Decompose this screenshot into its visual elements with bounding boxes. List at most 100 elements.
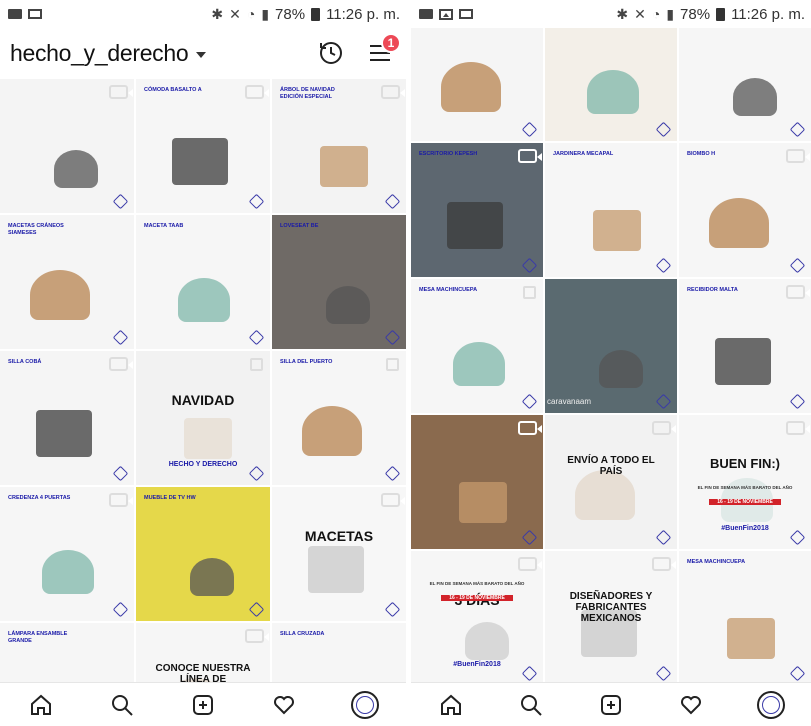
brand-logo-icon — [521, 393, 538, 410]
post-tile[interactable]: SILLA COBÁ — [0, 351, 134, 485]
post-tile[interactable]: LOVESEAT BE — [272, 215, 406, 349]
video-icon — [109, 493, 133, 507]
username: hecho_y_derecho — [10, 39, 189, 66]
product-image — [54, 150, 98, 188]
notification-badge: 1 — [381, 33, 401, 53]
battery-icon — [716, 7, 726, 21]
brand-logo-icon — [521, 121, 538, 138]
post-tile[interactable]: RECIBIDOR MALTA — [679, 279, 811, 413]
product-image — [459, 482, 507, 523]
product-image — [36, 410, 92, 457]
menu-icon[interactable]: 1 — [368, 33, 401, 64]
post-product-label: MACETAS CRÁNEOS SIAMESES — [8, 223, 64, 236]
product-image — [733, 78, 777, 116]
product-image — [190, 558, 234, 596]
screen-right: ✱ ✕ ◔ ▮ 78% 11:26 p. m. BURÓ CANICAESCRI… — [411, 0, 811, 726]
video-icon — [381, 493, 405, 507]
brand-logo-icon — [789, 529, 806, 546]
video-icon — [786, 285, 810, 299]
wifi-icon: ◔ — [651, 6, 661, 22]
post-tile[interactable]: 3 DÍAS#BuenFin2018EL FIN DE SEMANA MÁS B… — [411, 551, 543, 685]
post-tile[interactable]: caravanaam — [545, 279, 677, 413]
post-product-label: LOVESEAT BE — [280, 223, 319, 229]
profile-avatar[interactable] — [751, 685, 791, 725]
profile-header: hecho_y_derecho 1 — [0, 28, 406, 78]
battery-percent: 78% — [680, 5, 711, 23]
buenfin-tagline: EL FIN DE SEMANA MÁS BARATO DEL AÑO — [697, 485, 793, 490]
post-tile[interactable]: NAVIDAD HECHO Y DERECHO — [136, 351, 270, 485]
product-image — [172, 138, 228, 185]
brand-logo-icon — [789, 121, 806, 138]
post-tile[interactable]: MESA MACHINCUEPA — [679, 551, 811, 685]
video-icon — [109, 357, 133, 371]
post-tile[interactable]: BUEN FIN:) #BuenFin2018 EL FIN DE SEMANA M… — [679, 415, 811, 549]
post-tile[interactable]: MACETA TAAB — [136, 215, 270, 349]
post-tile[interactable] — [0, 79, 134, 213]
product-image — [727, 618, 775, 659]
post-tile[interactable]: MACETAS CRÁNEOS SIAMESES — [0, 215, 134, 349]
bottom-nav — [0, 682, 406, 726]
bluetooth-icon: ✱ — [616, 5, 629, 22]
new-post-icon[interactable] — [591, 685, 631, 725]
post-product-label: MACETA TAAB — [144, 223, 184, 229]
post-headline: ENVÍO A TODO EL PAÍS — [567, 455, 655, 477]
product-image — [178, 278, 230, 322]
buenfin-tagline: EL FIN DE SEMANA MÁS BARATO DEL AÑO — [429, 581, 525, 586]
chevron-down-icon — [196, 51, 207, 58]
brand-logo-icon — [655, 665, 672, 682]
post-tile[interactable]: ESCRITORIO KEPESH — [411, 143, 543, 277]
bluetooth-icon: ✱ — [211, 5, 224, 22]
post-product-label: CREDENZA 4 PUERTAS — [8, 495, 71, 501]
status-bar: ✱ ✕ ◔ ▮ 78% 11:26 p. m. — [0, 0, 406, 28]
product-image — [587, 70, 639, 114]
video-icon — [245, 85, 269, 99]
post-product-label: SILLA DEL PUERTO — [280, 359, 333, 365]
post-tile[interactable]: MESA MACHINCUEPA — [411, 279, 543, 413]
heart-icon[interactable] — [264, 685, 304, 725]
post-tile[interactable]: JARDINERA MECAPAL — [545, 143, 677, 277]
post-tile[interactable]: DISEÑADORES Y FABRICANTES MEXICANOS — [545, 551, 677, 685]
profile-avatar[interactable] — [345, 685, 385, 725]
product-image — [465, 622, 509, 660]
post-tile[interactable]: ENVÍO A TODO EL PAÍS — [545, 415, 677, 549]
product-image — [302, 406, 362, 456]
post-product-label: RECIBIDOR MALTA — [687, 287, 738, 293]
post-tile[interactable]: CÓMODA BASALTO A — [136, 79, 270, 213]
post-tile[interactable]: CREDENZA 4 PUERTAS — [0, 487, 134, 621]
brand-logo-icon — [112, 601, 129, 618]
video-icon — [786, 149, 810, 163]
search-icon[interactable] — [511, 685, 551, 725]
new-post-icon[interactable] — [183, 685, 223, 725]
post-headline: BUEN FIN:) — [709, 456, 781, 471]
post-tile[interactable]: SILLA DEL PUERTO — [272, 351, 406, 485]
post-product-label: SILLA COBÁ — [8, 359, 42, 365]
signal-icon: ▮ — [666, 5, 675, 22]
search-icon[interactable] — [102, 685, 142, 725]
video-icon — [786, 421, 810, 435]
post-product-label: CÓMODA BASALTO A — [144, 87, 202, 93]
product-image — [575, 470, 635, 520]
post-subline: #BuenFin2018 — [721, 525, 769, 532]
home-icon[interactable] — [431, 685, 471, 725]
post-tile[interactable]: MACETAS — [272, 487, 406, 621]
post-tile[interactable]: MUEBLE DE TV HW — [136, 487, 270, 621]
product-image — [326, 286, 370, 324]
archive-history-icon[interactable] — [318, 40, 344, 66]
video-icon — [652, 557, 676, 571]
home-icon[interactable] — [21, 685, 61, 725]
heart-icon[interactable] — [671, 685, 711, 725]
product-image — [441, 62, 501, 112]
post-tile[interactable]: ÁRBOL DE NAVIDAD EDICIÓN ESPECIAL — [272, 79, 406, 213]
product-image — [593, 210, 641, 251]
battery-icon — [311, 7, 321, 21]
brand-logo-icon — [789, 257, 806, 274]
brand-logo-icon — [112, 329, 129, 346]
account-switcher[interactable]: hecho_y_derecho — [10, 39, 207, 67]
video-icon — [518, 421, 542, 435]
post-product-label: SILLA CRUZADA — [280, 631, 325, 637]
post-tile[interactable]: BIOMBO H — [679, 143, 811, 277]
bottom-nav — [411, 682, 811, 726]
screen-left: ✱ ✕ ◔ ▮ 78% 11:26 p. m. hecho_y_derecho … — [0, 0, 406, 726]
post-product-label: BIOMBO H — [687, 151, 716, 157]
post-tile[interactable] — [411, 415, 543, 549]
